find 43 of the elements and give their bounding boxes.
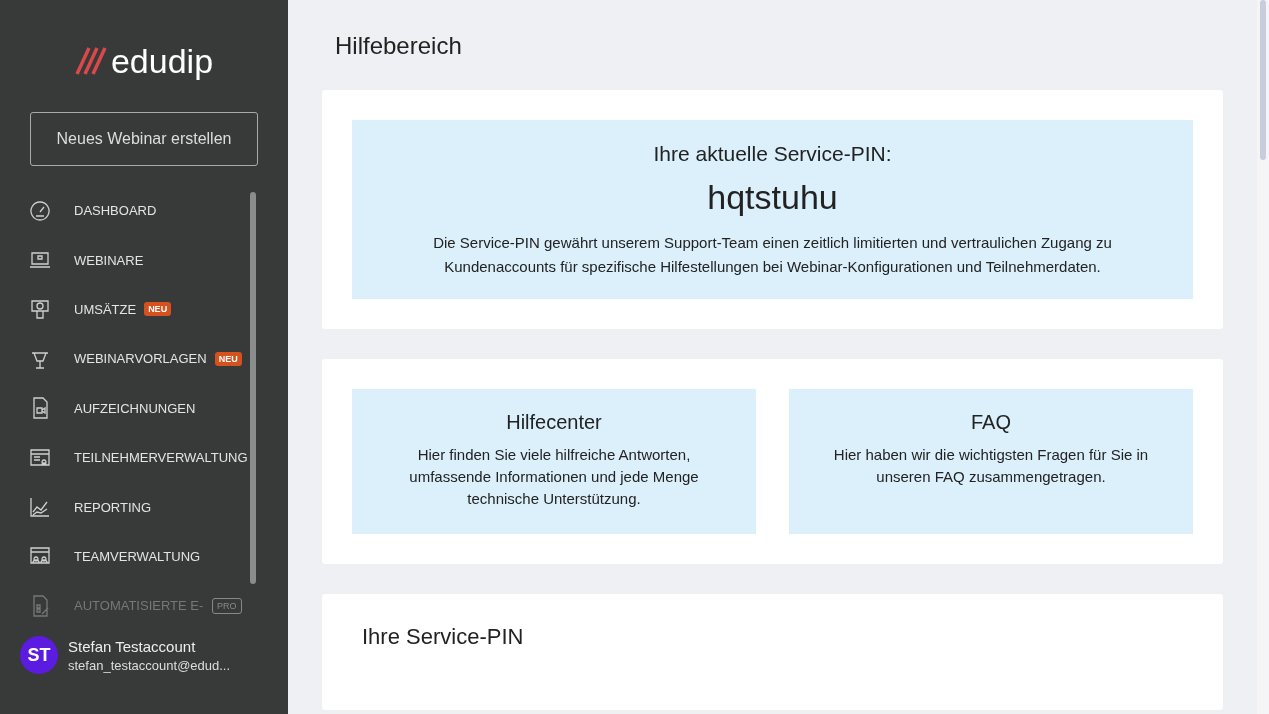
nav-label: AUTOMATISIERTE E- (74, 598, 204, 614)
nav-label: WEBINARVORLAGEN (74, 351, 207, 367)
nav-label: AUFZEICHNUNGEN (74, 400, 196, 416)
link-title: FAQ (971, 411, 1011, 434)
nav-item[interactable]: TEAMVERWALTUNG (28, 531, 248, 582)
scroll-thumb[interactable] (1260, 0, 1266, 160)
nav-label: TEAMVERWALTUNG (74, 548, 201, 564)
user-name: Stefan Testaccount (68, 637, 197, 655)
nav-label: WEBINARE (74, 252, 144, 268)
badge: PRO (212, 597, 242, 614)
pin-code: hqtstuhu (707, 178, 838, 217)
nav-item[interactable]: AUFZEICHNUNGEN (28, 383, 248, 433)
nav-item[interactable]: TEILNEHMERVERWALTUNG (28, 432, 248, 483)
create-webinar-button[interactable]: Neues Webinar erstellen (30, 112, 258, 166)
nav-item[interactable]: DASHBOARD (28, 186, 248, 236)
nav-icon (28, 198, 52, 223)
badge: NEU (144, 302, 172, 317)
nav-item[interactable]: WEBINARVORLAGEN NEU (28, 334, 248, 384)
logo-text: edudip (110, 41, 214, 81)
nav-label: DASHBOARD (74, 203, 157, 219)
scrollbar[interactable] (1257, 0, 1269, 714)
pin-heading: Ihre aktuelle Service-PIN: (653, 142, 892, 166)
user-email: stefan_testaccount@edud... (68, 657, 231, 673)
badge: NEU (214, 351, 242, 366)
link-title: Hilfecenter (506, 411, 602, 434)
nav-label: REPORTING (74, 499, 152, 515)
scrollbar[interactable] (249, 192, 256, 584)
nav-item[interactable]: WEBINARE (28, 235, 248, 285)
nav-label: UMSÄTZE (74, 301, 137, 317)
page-title: Hilfebereich (335, 32, 463, 60)
nav-icon (28, 495, 52, 520)
pin-description: Die Service-PIN gewährt unserem Support-Team einen zeitlich limitierten und vertraulichen Zugang zu Kundenaccounts für spezifische Hilfestellungen bei Webinar-Konfigurationen und Teilnehmerdaten. (432, 233, 1113, 277)
nav-item[interactable]: REPORTING (28, 482, 248, 532)
logo-icon (74, 46, 109, 76)
avatar[interactable]: ST (20, 636, 58, 674)
help-link-card[interactable]: Hilfecenter Hier finden Sie viele hilfreiche Antworten, umfassende Informationen und jede Menge technische Unterstützung. (352, 389, 756, 534)
link-text: Hier haben wir die wichtigsten Fragen für Sie in unseren FAQ zusammengetragen. (832, 445, 1150, 487)
help-link-card[interactable]: FAQ Hier haben wir die wichtigsten Fragen für Sie in unseren FAQ zusammengetragen. (789, 389, 1193, 534)
nav-item[interactable]: UMSÄTZE NEU (28, 284, 248, 335)
nav-label: TEILNEHMERVERWALTUNG (74, 450, 248, 466)
link-text: Hier finden Sie viele hilfreiche Antworten, umfassende Informationen und jede Menge technische Unterstützung. (408, 445, 700, 509)
nav-icon (28, 297, 52, 322)
section-title: Ihre Service-PIN (362, 624, 525, 650)
